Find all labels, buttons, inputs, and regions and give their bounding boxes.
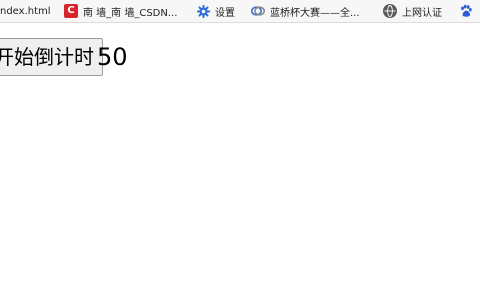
bookmark-label: 南 墙_南 墙_CSDN...	[83, 7, 178, 19]
bookmark-label: 蓝桥杯大赛——全...	[270, 7, 360, 19]
page-content: 开始倒计时 50	[0, 23, 480, 300]
lanqiao-icon	[251, 4, 265, 18]
csdn-icon: C	[64, 4, 78, 18]
gear-icon	[196, 4, 210, 18]
bookmark-network-auth[interactable]: 上网认证	[383, 0, 442, 22]
countdown-display: 50	[97, 43, 128, 71]
bookmark-label: 上网认证	[402, 7, 442, 19]
bookmark-csdn[interactable]: C 南 墙_南 墙_CSDN...	[64, 0, 177, 22]
bookmark-baidu[interactable]	[459, 0, 478, 22]
start-countdown-button[interactable]: 开始倒计时	[0, 38, 103, 76]
bookmark-settings[interactable]: 设置	[196, 0, 235, 22]
globe-icon	[383, 4, 397, 18]
bookmark-label: 设置	[215, 7, 235, 19]
bookmark-label: ndex.html	[0, 5, 51, 17]
baidu-paw-icon	[459, 4, 473, 18]
bookmarks-bar: ndex.html C 南 墙_南 墙_CSDN... 设置 蓝桥杯大赛——全.…	[0, 0, 480, 23]
bookmark-lanqiao[interactable]: 蓝桥杯大赛——全...	[251, 0, 360, 22]
bookmark-index-html[interactable]: ndex.html	[0, 0, 51, 22]
